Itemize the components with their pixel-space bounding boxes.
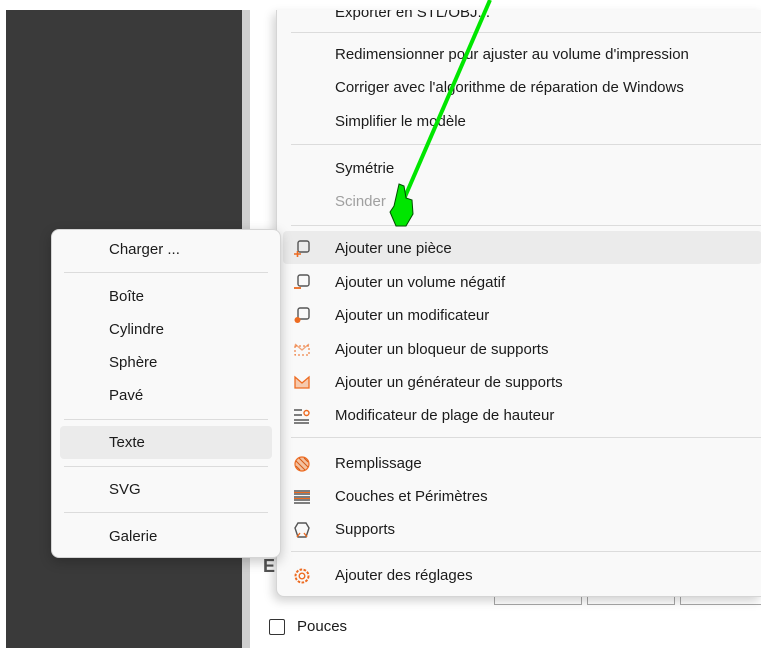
add-part-icon (294, 240, 310, 257)
add-part-submenu: Charger ... Boîte Cylindre Sphère Pavé T… (51, 229, 281, 558)
submenu-separator (64, 272, 268, 273)
menu-item-split: Scinder (335, 193, 386, 210)
submenu-item-load[interactable]: Charger ... (109, 241, 180, 258)
menu-separator (291, 32, 761, 33)
submenu-item-text[interactable]: Texte (109, 434, 145, 451)
object-context-menu: Exporter en STL/OBJ... Redimensionner po… (276, 10, 761, 597)
submenu-item-svg[interactable]: SVG (109, 481, 141, 498)
submenu-item-slab[interactable]: Pavé (109, 387, 143, 404)
infill-icon (294, 456, 310, 472)
menu-item-add-part[interactable]: Ajouter une pièce (335, 240, 452, 257)
submenu-item-box[interactable]: Boîte (109, 288, 144, 305)
menu-separator (291, 551, 761, 552)
submenu-separator (64, 419, 268, 420)
menu-item-infill[interactable]: Remplissage (335, 455, 422, 472)
menu-item-export-stl[interactable]: Exporter en STL/OBJ... (335, 10, 490, 21)
menu-item-add-settings[interactable]: Ajouter des réglages (335, 567, 473, 584)
submenu-hover-highlight (60, 426, 272, 459)
submenu-item-gallery[interactable]: Galerie (109, 528, 157, 545)
menu-item-fix-windows-repair[interactable]: Corriger avec l'algorithme de réparation… (335, 79, 684, 96)
height-range-icon (294, 409, 310, 424)
modifier-icon (294, 307, 310, 323)
negative-volume-icon (294, 274, 310, 289)
support-enforcer-icon (294, 375, 310, 389)
submenu-separator (64, 512, 268, 513)
menu-item-add-modifier[interactable]: Ajouter un modificateur (335, 307, 489, 324)
menu-item-add-support-blocker[interactable]: Ajouter un bloqueur de supports (335, 341, 548, 358)
menu-item-scale-to-print-volume[interactable]: Redimensionner pour ajuster au volume d'… (335, 46, 689, 63)
supports-icon (294, 522, 310, 538)
layers-icon (294, 490, 310, 504)
inches-checkbox-label[interactable]: Pouces (297, 618, 347, 635)
menu-item-add-negative-volume[interactable]: Ajouter un volume négatif (335, 274, 505, 291)
submenu-item-sphere[interactable]: Sphère (109, 354, 157, 371)
submenu-separator (64, 466, 268, 467)
menu-separator (291, 225, 761, 226)
menu-item-add-support-enforcer[interactable]: Ajouter un générateur de supports (335, 374, 563, 391)
menu-item-height-range-modifier[interactable]: Modificateur de plage de hauteur (335, 407, 554, 424)
menu-separator (291, 437, 761, 438)
menu-separator (291, 144, 761, 145)
menu-item-simplify-model[interactable]: Simplifier le modèle (335, 113, 466, 130)
settings-icon (294, 568, 310, 584)
support-blocker-icon (294, 343, 310, 356)
submenu-item-cylinder[interactable]: Cylindre (109, 321, 164, 338)
menu-item-layers-and-perimeters[interactable]: Couches et Périmètres (335, 488, 488, 505)
inches-checkbox[interactable] (269, 619, 285, 635)
menu-item-supports[interactable]: Supports (335, 521, 395, 538)
partial-label: E (263, 556, 276, 576)
menu-item-mirror[interactable]: Symétrie (335, 160, 394, 177)
